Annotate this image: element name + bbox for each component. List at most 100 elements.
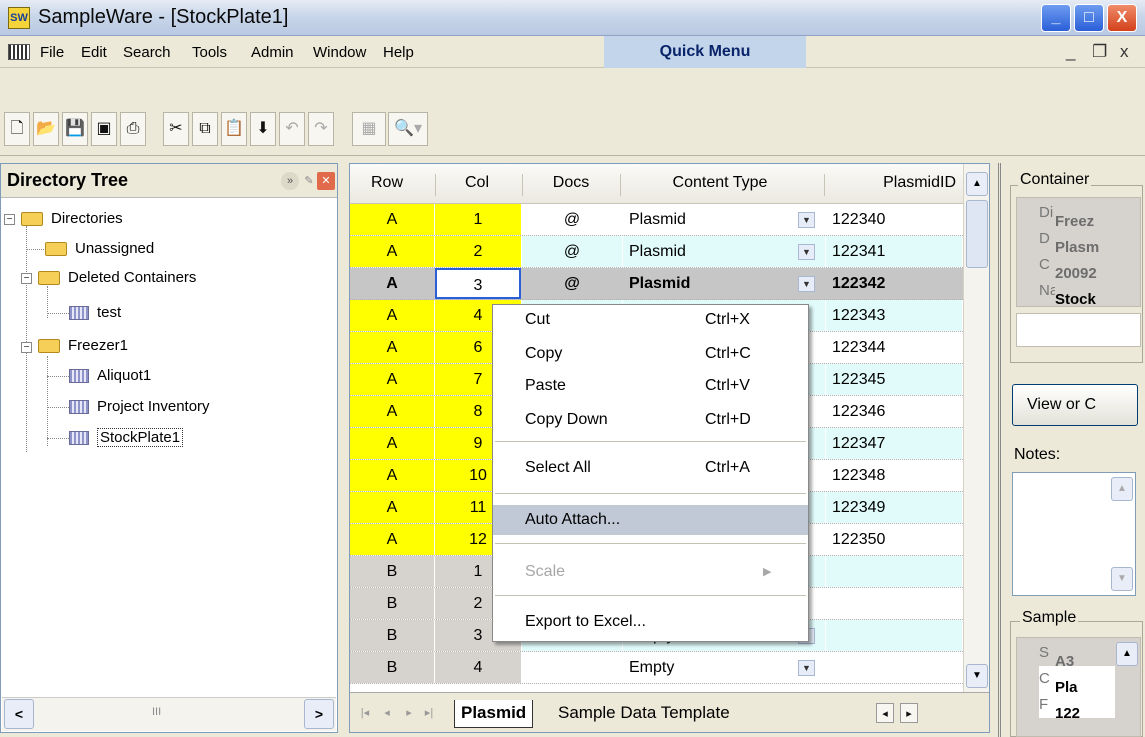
dropdown-chevron-icon[interactable]: ▼ (798, 244, 815, 260)
cell-col[interactable]: 3 (435, 268, 521, 299)
tree-node-project-inventory[interactable]: Project Inventory (69, 393, 210, 421)
copy-icon[interactable]: ⧉ (192, 112, 218, 146)
last-tab-icon[interactable]: ▸| (420, 703, 438, 723)
mdi-restore-button[interactable]: ❐ (1092, 42, 1107, 62)
cell-plasmidid[interactable]: 122343 (826, 300, 962, 331)
column-header-plasmidid[interactable]: PlasmidID (838, 174, 956, 192)
expand-toggle[interactable]: − (21, 273, 32, 284)
cell-row[interactable]: A (350, 364, 434, 395)
table-row[interactable]: B 4 Empty (350, 652, 963, 684)
grid-vertical-scrollbar[interactable]: ▲ ▼ (963, 164, 989, 692)
cell-row[interactable]: B (350, 620, 434, 651)
dropdown-chevron-icon[interactable]: ▼ (798, 212, 815, 228)
cell-docs[interactable]: @ (522, 268, 622, 299)
cell-row[interactable]: B (350, 556, 434, 587)
cell-docs[interactable]: @ (522, 236, 622, 267)
cell-docs[interactable] (522, 652, 622, 683)
cut-icon[interactable]: ✂ (163, 112, 189, 146)
minimize-button[interactable]: _ (1041, 4, 1071, 32)
cell-plasmidid[interactable]: 122346 (826, 396, 962, 427)
table-row[interactable]: A 2 @ Plasmid 122341 (350, 236, 963, 268)
menu-item-cut[interactable]: Cut Ctrl+X (493, 305, 808, 335)
tree-node-stockplate1[interactable]: StockPlate1 (69, 424, 184, 452)
scroll-left-icon[interactable]: < (4, 699, 34, 729)
cell-plasmidid[interactable]: 122345 (826, 364, 962, 395)
next-tab-icon[interactable]: ▸ (400, 703, 418, 723)
cell-row[interactable]: A (350, 332, 434, 363)
cell-row[interactable]: A (350, 236, 434, 267)
cell-plasmidid[interactable]: 122350 (826, 524, 962, 555)
scroll-up-icon[interactable]: ▲ (1116, 642, 1138, 666)
cell-content-type[interactable]: Plasmid (623, 268, 825, 299)
paste-icon[interactable]: 📋 (221, 112, 247, 146)
cell-docs[interactable]: @ (522, 204, 622, 235)
cell-content-type[interactable]: Plasmid (623, 204, 825, 235)
expand-toggle[interactable]: − (4, 214, 15, 225)
menu-admin[interactable]: Admin (251, 44, 294, 61)
menu-item-export-to-excel[interactable]: Export to Excel... (493, 607, 808, 637)
column-header-row[interactable]: Row (350, 174, 424, 192)
cell-row[interactable]: A (350, 492, 434, 523)
collapse-icon[interactable]: » (281, 172, 299, 190)
menu-item-copy-down[interactable]: Copy Down Ctrl+D (493, 405, 808, 435)
tree-node-directories[interactable]: Directories (21, 205, 123, 233)
cell-row[interactable]: B (350, 652, 434, 683)
mdi-close-button[interactable]: x (1120, 42, 1129, 62)
scroll-up-icon[interactable]: ▲ (1111, 477, 1133, 501)
tree-node-unassigned[interactable]: Unassigned (45, 235, 154, 263)
menu-tools[interactable]: Tools (192, 44, 227, 61)
new-icon[interactable]: 🗋 (4, 112, 30, 146)
tab-sample-data-template[interactable]: Sample Data Template (552, 700, 736, 728)
cell-col[interactable]: 4 (435, 652, 521, 683)
open-icon[interactable]: 📂 (33, 112, 59, 146)
scroll-down-icon[interactable]: ▼ (966, 664, 988, 688)
cell-plasmidid[interactable]: 122342 (826, 268, 962, 299)
menu-help[interactable]: Help (383, 44, 414, 61)
tab-plasmid[interactable]: Plasmid (454, 700, 534, 728)
tab-scroll-right-icon[interactable]: ▸ (900, 703, 918, 723)
panel-splitter[interactable] (998, 163, 1004, 737)
cell-col[interactable]: 2 (435, 236, 521, 267)
undo-icon[interactable]: ↶ (279, 112, 305, 146)
redo-icon[interactable]: ↷ (308, 112, 334, 146)
cell-row[interactable]: B (350, 588, 434, 619)
cell-row[interactable]: A (350, 428, 434, 459)
pin-icon[interactable]: ✎ (300, 172, 318, 190)
notes-textarea[interactable]: ▲ ▼ (1012, 472, 1136, 596)
menu-item-scale[interactable]: Scale ▶ (493, 557, 808, 587)
view-button[interactable]: View or C (1012, 384, 1138, 426)
table-row[interactable]: A 1 @ Plasmid 122340 (350, 204, 963, 236)
tree-horizontal-scrollbar[interactable]: < III > (2, 697, 336, 731)
cell-plasmidid[interactable]: 122347 (826, 428, 962, 459)
search-icon[interactable]: 🔍▾ (388, 112, 428, 146)
print-icon[interactable]: ⎙ (120, 112, 146, 146)
mdi-minimize-button[interactable]: _ (1066, 42, 1075, 62)
tree-node-test[interactable]: test (69, 299, 121, 327)
cell-plasmidid[interactable]: 122341 (826, 236, 962, 267)
scroll-right-icon[interactable]: > (304, 699, 334, 729)
cell-plasmidid[interactable] (826, 556, 962, 587)
menu-search[interactable]: Search (123, 44, 171, 61)
first-tab-icon[interactable]: |◂ (356, 703, 374, 723)
column-header-content-type[interactable]: Content Type (626, 174, 814, 192)
cell-row[interactable]: A (350, 268, 434, 299)
close-icon[interactable]: ✕ (317, 172, 335, 190)
grid-view-icon[interactable]: ▦ (352, 112, 386, 146)
scroll-thumb[interactable] (966, 200, 988, 268)
cell-col[interactable]: 1 (435, 204, 521, 235)
tree-node-deleted-containers[interactable]: Deleted Containers (38, 264, 196, 292)
cell-plasmidid[interactable] (826, 652, 962, 683)
cell-plasmidid[interactable]: 122344 (826, 332, 962, 363)
column-header-docs[interactable]: Docs (526, 174, 616, 192)
menu-file[interactable]: File (40, 44, 64, 61)
menu-item-paste[interactable]: Paste Ctrl+V (493, 371, 808, 401)
tree-node-aliquot1[interactable]: Aliquot1 (69, 362, 151, 390)
cell-plasmidid[interactable] (826, 620, 962, 651)
cell-row[interactable]: A (350, 460, 434, 491)
expand-toggle[interactable]: − (21, 342, 32, 353)
cell-content-type[interactable]: Plasmid (623, 236, 825, 267)
cell-plasmidid[interactable]: 122348 (826, 460, 962, 491)
quick-menu-button[interactable]: Quick Menu (604, 36, 806, 68)
dropdown-chevron-icon[interactable]: ▼ (798, 660, 815, 676)
tree-node-freezer1[interactable]: Freezer1 (38, 332, 128, 360)
